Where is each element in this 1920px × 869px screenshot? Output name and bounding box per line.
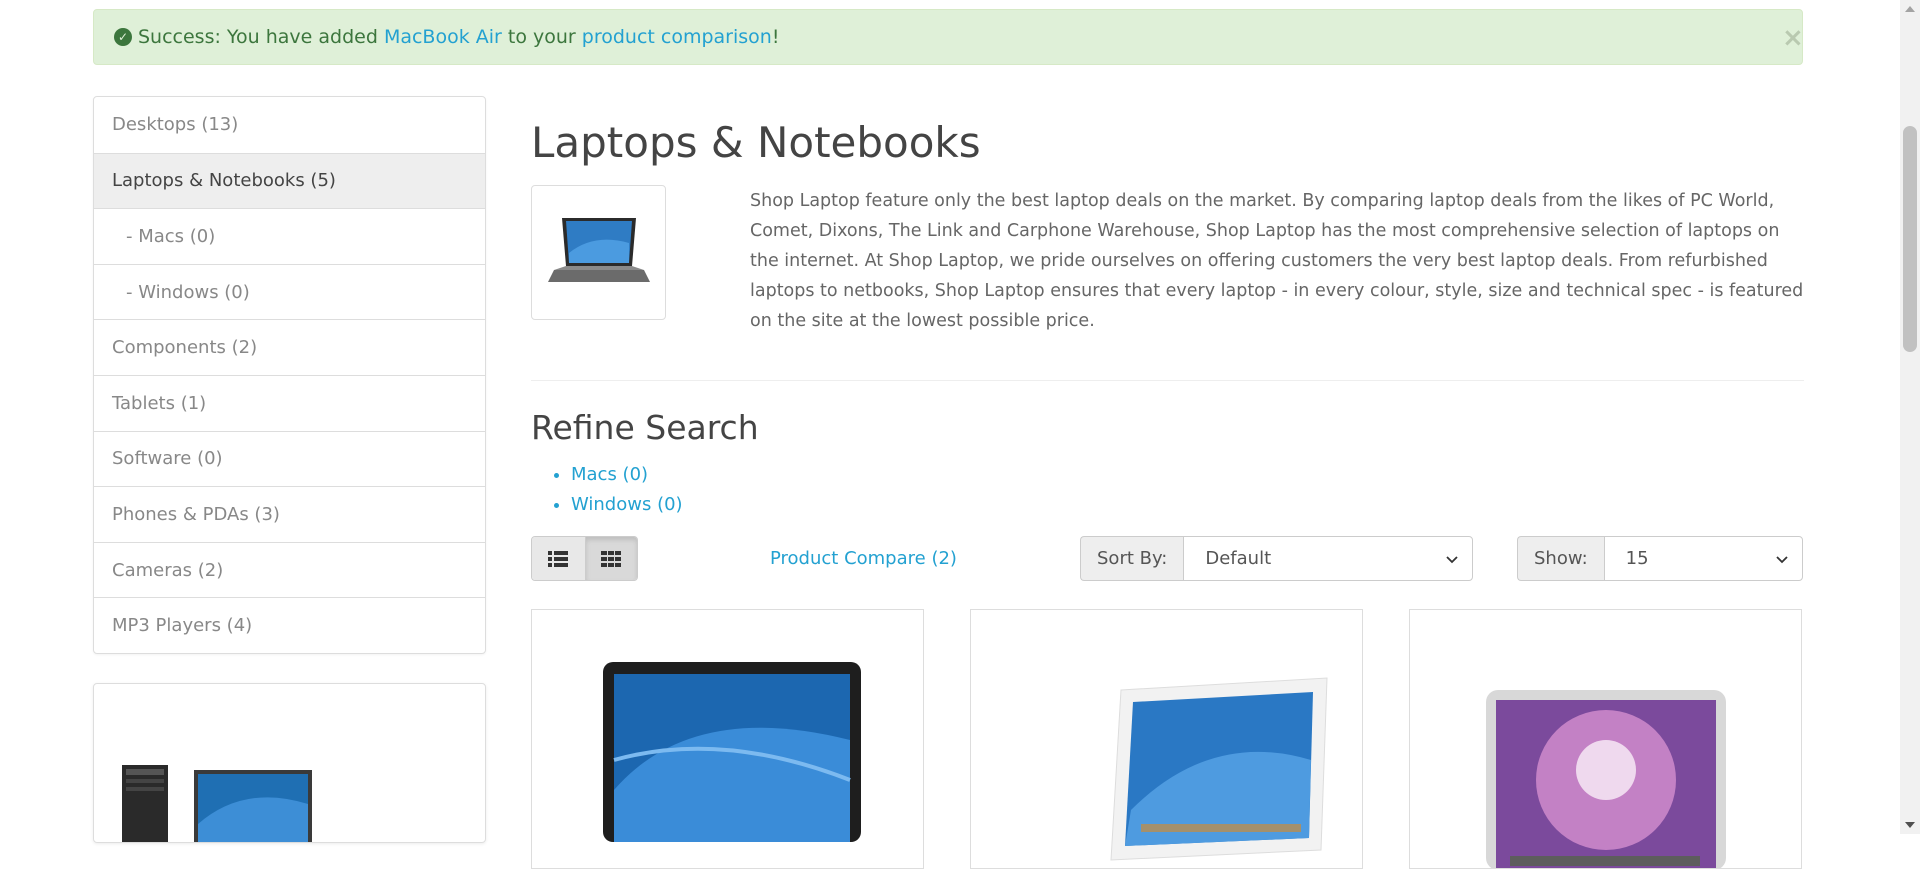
sidebar-item-windows[interactable]: - Windows (0) bbox=[94, 263, 485, 320]
product-image-macbook-pro bbox=[1486, 690, 1726, 868]
sidebar-item-software[interactable]: Software (0) bbox=[94, 430, 485, 487]
chevron-down-icon bbox=[1446, 555, 1458, 563]
refine-search-title: Refine Search bbox=[531, 408, 759, 447]
sidebar-item-components[interactable]: Components (2) bbox=[94, 319, 485, 375]
chevron-down-icon bbox=[1776, 555, 1788, 563]
category-description: Shop Laptop feature only the best laptop… bbox=[750, 191, 1804, 331]
list-view-icon bbox=[548, 550, 569, 567]
check-circle-icon: ✓ bbox=[114, 28, 132, 46]
scroll-down-icon[interactable] bbox=[1905, 822, 1915, 828]
sort-by-select[interactable]: Default bbox=[1183, 536, 1473, 581]
product-image-laptop bbox=[603, 662, 861, 842]
grid-view-button[interactable] bbox=[584, 537, 637, 580]
sidebar-item-tablets[interactable]: Tablets (1) bbox=[94, 374, 485, 431]
laptop-image bbox=[547, 217, 650, 282]
sort-by-group: Sort By: Default bbox=[1080, 536, 1473, 581]
product-card[interactable] bbox=[970, 609, 1363, 869]
show-value: 15 bbox=[1625, 548, 1649, 569]
category-list: Desktops (13) Laptops & Notebooks (5) - … bbox=[93, 96, 486, 654]
sidebar-item-macs[interactable]: - Macs (0) bbox=[94, 208, 485, 264]
scroll-up-icon[interactable] bbox=[1905, 6, 1915, 12]
alert-middle-text: to your bbox=[507, 26, 576, 48]
sort-by-value: Default bbox=[1205, 548, 1272, 569]
success-alert: ✓ Success: You have added MacBook Air to… bbox=[93, 9, 1804, 65]
list-view-button[interactable] bbox=[532, 537, 585, 580]
banner-computers-image bbox=[122, 765, 312, 842]
show-select[interactable]: 15 bbox=[1603, 536, 1803, 581]
view-toggle bbox=[531, 536, 638, 581]
close-icon[interactable]: × bbox=[1782, 25, 1804, 51]
sidebar-item-phones-pdas[interactable]: Phones & PDAs (3) bbox=[94, 486, 485, 542]
sort-by-label: Sort By: bbox=[1080, 536, 1184, 581]
alert-suffix-text: ! bbox=[771, 26, 780, 48]
alert-compare-link[interactable]: product comparison bbox=[582, 26, 772, 48]
sidebar-item-desktops[interactable]: Desktops (13) bbox=[94, 97, 485, 153]
show-group: Show: 15 bbox=[1517, 536, 1803, 581]
sidebar-item-cameras[interactable]: Cameras (2) bbox=[94, 541, 485, 598]
show-label: Show: bbox=[1517, 536, 1604, 581]
alert-product-link[interactable]: MacBook Air bbox=[384, 26, 502, 48]
alert-prefix-text: Success: You have added bbox=[138, 26, 378, 48]
divider bbox=[531, 380, 1804, 381]
refine-search-list: Macs (0) Windows (0) bbox=[571, 460, 683, 520]
product-card[interactable] bbox=[1409, 609, 1802, 869]
refine-link-windows[interactable]: Windows (0) bbox=[571, 494, 683, 515]
page-scrollbar[interactable] bbox=[1900, 0, 1920, 834]
category-thumbnail[interactable] bbox=[531, 185, 666, 320]
page-title: Laptops & Notebooks bbox=[531, 118, 981, 167]
sidebar-item-laptops-notebooks[interactable]: Laptops & Notebooks (5) bbox=[94, 152, 485, 209]
product-card[interactable] bbox=[531, 609, 924, 869]
product-compare-link[interactable]: Product Compare (2) bbox=[770, 548, 957, 569]
grid-view-icon bbox=[601, 550, 622, 567]
list-item: Macs (0) bbox=[571, 460, 683, 490]
refine-link-macs[interactable]: Macs (0) bbox=[571, 464, 648, 485]
list-item: Windows (0) bbox=[571, 490, 683, 520]
sidebar-item-mp3-players[interactable]: MP3 Players (4) bbox=[94, 597, 485, 653]
scrollbar-thumb[interactable] bbox=[1903, 126, 1917, 352]
sidebar-banner[interactable] bbox=[93, 683, 486, 843]
product-image-macbook bbox=[1110, 677, 1328, 861]
